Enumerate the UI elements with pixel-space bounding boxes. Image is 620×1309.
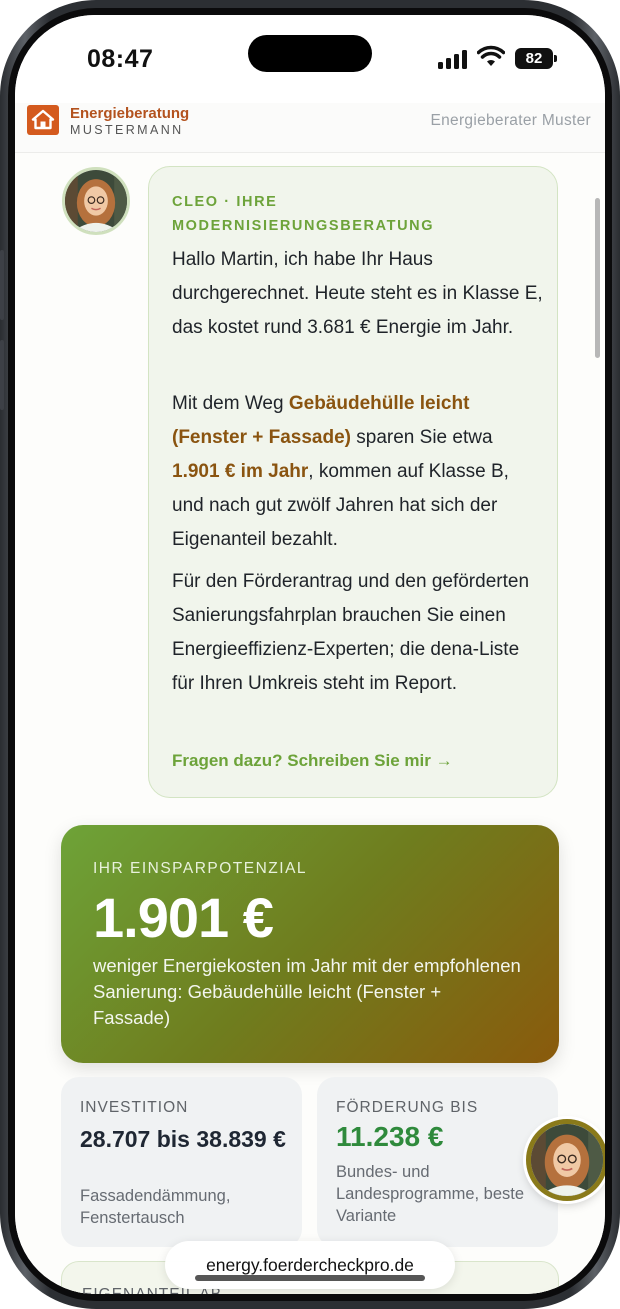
savings-label: IHR EINSPARPOTENZIAL bbox=[93, 860, 308, 877]
home-indicator[interactable] bbox=[195, 1275, 425, 1281]
investment-description: Fassadendämmung, Fenstertausch bbox=[80, 1187, 231, 1227]
floating-advisor-avatar[interactable] bbox=[526, 1119, 605, 1201]
screen: 08:47 82 Energieberatung MUSTERMANN Ener… bbox=[15, 15, 605, 1294]
investment-value: 28.707 bis 38.839 € bbox=[80, 1126, 286, 1152]
chat-message-bubble: CLEO · IHRE MODERNISIERUNGSBERATUNG Hall… bbox=[148, 166, 558, 798]
volume-up-button bbox=[0, 250, 4, 320]
dynamic-island bbox=[248, 35, 372, 72]
annual-saving-highlight: 1.901 € im Jahr bbox=[172, 461, 309, 482]
chat-paragraph-2: Mit dem Weg Gebäudehülle leicht (Fenster… bbox=[172, 393, 509, 550]
chat-paragraph-1: Hallo Martin, ich habe Ihr Haus durchger… bbox=[172, 249, 543, 338]
volume-down-button bbox=[0, 340, 4, 410]
brand-name: Energieberatung bbox=[70, 105, 190, 122]
chat-sender-label: CLEO · IHRE MODERNISIERUNGSBERATUNG bbox=[172, 194, 435, 234]
main-content: CLEO · IHRE MODERNISIERUNGSBERATUNG Hall… bbox=[15, 153, 605, 1294]
status-bar: 08:47 82 bbox=[15, 15, 605, 107]
app-header: Energieberatung MUSTERMANN Energieberate… bbox=[15, 103, 605, 153]
battery-icon: 82 bbox=[515, 48, 557, 69]
scrollbar[interactable] bbox=[595, 198, 600, 358]
savings-value: 1.901 € bbox=[93, 886, 274, 949]
brand-subtitle: MUSTERMANN bbox=[70, 123, 184, 137]
house-logo-icon[interactable] bbox=[27, 105, 59, 135]
status-time: 08:47 bbox=[87, 45, 154, 73]
savings-description: weniger Energiekosten im Jahr mit der em… bbox=[93, 955, 521, 1028]
funding-value: 11.238 € bbox=[336, 1121, 444, 1152]
signal-icon bbox=[438, 49, 468, 69]
investment-label: INVESTITION bbox=[80, 1099, 189, 1116]
funding-label: FÖRDERUNG BIS bbox=[336, 1099, 479, 1116]
wifi-icon bbox=[477, 45, 505, 66]
chat-paragraph-3: Für den Förderantrag und den geförderten… bbox=[172, 571, 530, 694]
funding-card: FÖRDERUNG BIS 11.238 € Bundes- und Lande… bbox=[317, 1077, 558, 1247]
investment-card: INVESTITION 28.707 bis 38.839 € Fassaden… bbox=[61, 1077, 302, 1247]
advisor-name: Energieberater Muster bbox=[430, 112, 591, 129]
browser-url-bar[interactable]: energy.foerdercheckpro.de bbox=[165, 1241, 455, 1289]
advisor-avatar bbox=[62, 167, 130, 235]
funding-description: Bundes- und Landesprogramme, beste Varia… bbox=[336, 1163, 525, 1225]
savings-card: IHR EINSPARPOTENZIAL 1.901 € weniger Ene… bbox=[61, 825, 559, 1063]
ask-question-link[interactable]: Fragen dazu? Schreiben Sie mir → bbox=[172, 751, 453, 771]
